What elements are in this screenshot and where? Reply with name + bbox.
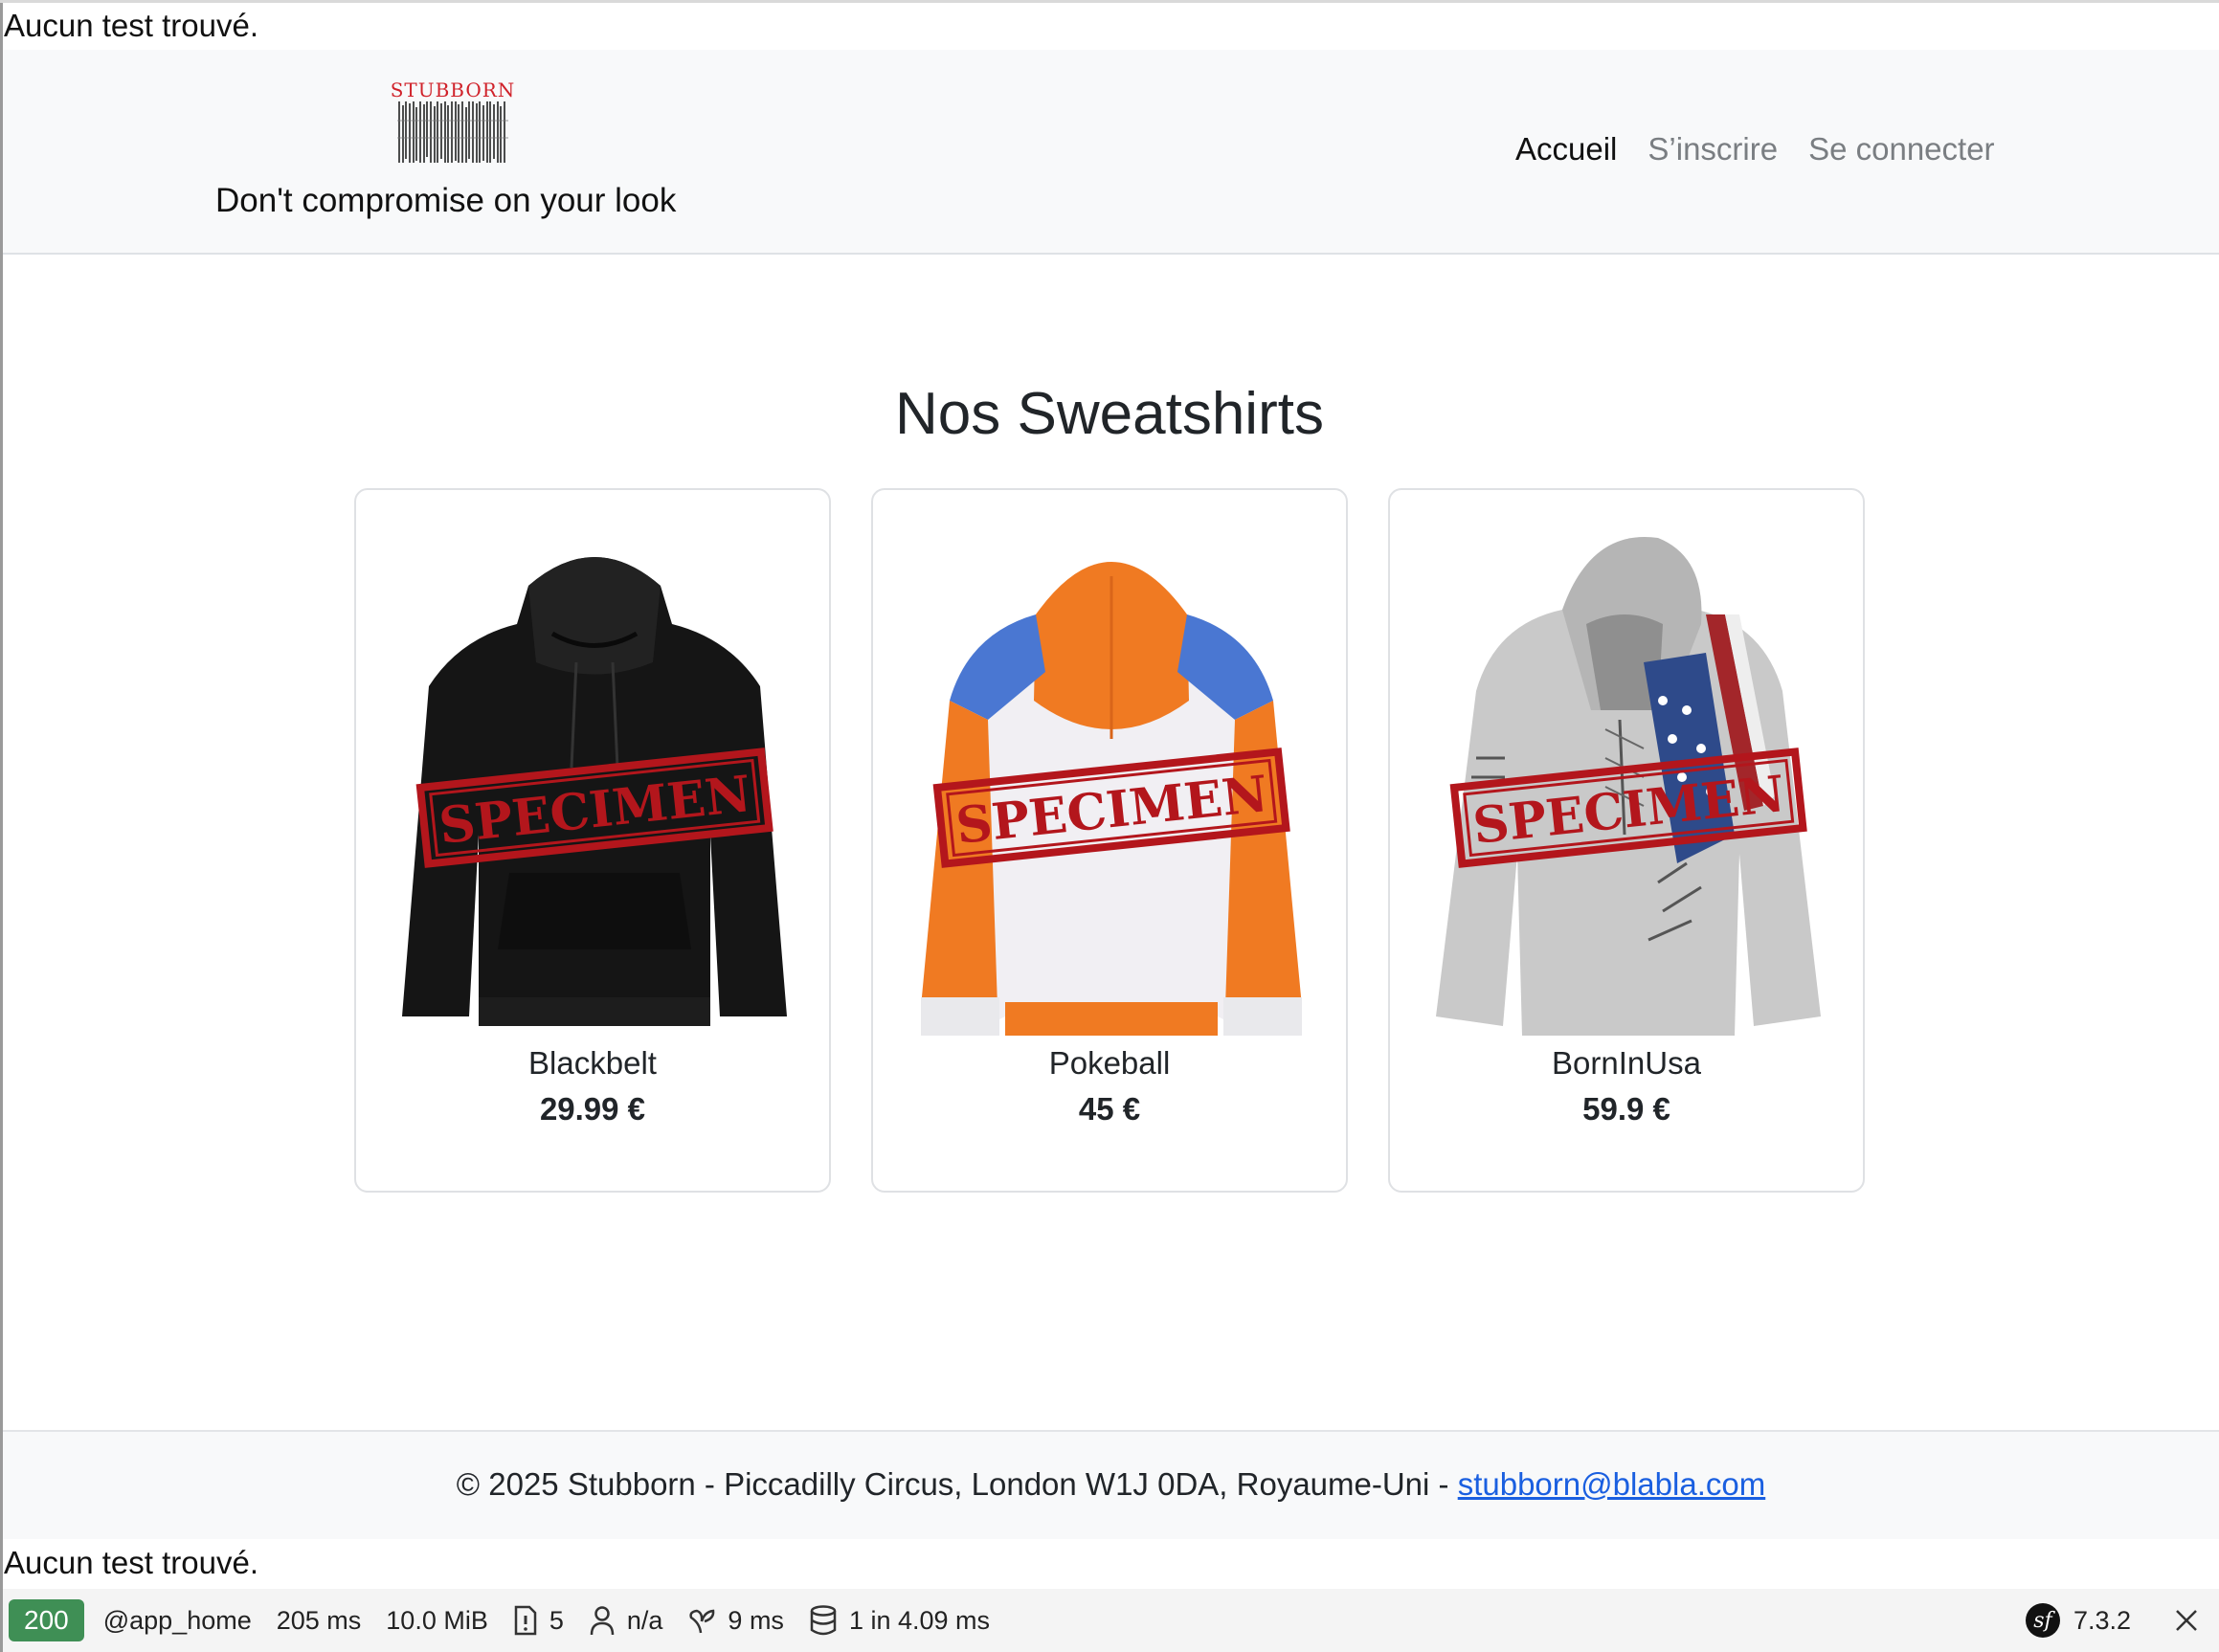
product-price: 59.9 € [1582,1091,1670,1127]
tagline: Don't compromise on your look [215,182,677,219]
stubborn-logo[interactable]: STUBBORN [386,78,520,174]
toolbar-right: sf 7.3.2 [2025,1589,2219,1652]
close-toolbar-button[interactable] [2173,1607,2200,1634]
status-badge[interactable]: 200 [9,1599,84,1641]
user-value: n/a [626,1605,663,1635]
brand[interactable]: STUBBORN Don't compromise on your look [146,78,759,241]
route-name[interactable]: @app_home [103,1606,252,1636]
product-image-grey-hoodie[interactable]: SPECIMEN [1419,519,1838,1036]
request-time[interactable]: 205 ms [277,1606,362,1636]
memory-usage[interactable]: 10.0 MiB [386,1606,488,1636]
footer-address: © 2025 Stubborn - Piccadilly Circus, Lon… [456,1466,1458,1502]
nav-sinscrire[interactable]: S’inscrire [1647,131,1778,167]
close-icon [2176,1610,2197,1631]
site-footer: © 2025 Stubborn - Piccadilly Circus, Lon… [3,1430,2219,1539]
site-header: STUBBORN Don't compromise on your look A… [3,50,2219,255]
database-icon [810,1605,837,1636]
logs-item[interactable]: 5 [513,1605,564,1636]
test-notice-bottom: Aucun test trouvé. [4,1545,258,1580]
debug-toolbar: 200 @app_home 205 ms 10.0 MiB 5 n/a 9 ms… [3,1589,2219,1652]
database-queries: 1 in 4.09 ms [848,1605,991,1635]
main-nav: Accueil S’inscrire Se connecter [1515,131,1995,167]
user-item[interactable]: n/a [589,1605,663,1636]
product-name[interactable]: Blackbelt [356,1045,829,1082]
product-card-pokeball[interactable]: SPECIMEN Pokeball 45 € [871,488,1348,1193]
logo-text: STUBBORN [390,78,516,101]
top-border [0,0,2219,3]
twig-time: 9 ms [728,1605,784,1635]
twig-leaf-icon [689,1609,715,1634]
page-title: Nos Sweatshirts [895,380,1324,447]
footer-email-link[interactable]: stubborn@blabla.com [1458,1466,1766,1502]
symfony-logo-icon[interactable]: sf [2025,1603,2060,1638]
product-card-borninusa[interactable]: SPECIMEN BornInUsa 59.9 € [1388,488,1865,1193]
product-price: 45 € [1078,1091,1141,1127]
nav-accueil[interactable]: Accueil [1515,131,1617,167]
product-name[interactable]: Pokeball [873,1045,1346,1082]
warning-doc-icon [514,1605,537,1636]
product-image-black-hoodie[interactable]: SPECIMEN [385,519,804,1036]
product-name[interactable]: BornInUsa [1390,1045,1863,1082]
symfony-version[interactable]: 7.3.2 [2073,1606,2131,1636]
barcode-logo-icon [397,101,508,163]
product-image-orange-hoodie[interactable]: SPECIMEN [902,519,1321,1036]
nav-se-connecter[interactable]: Se connecter [1808,131,1994,167]
product-card-blackbelt[interactable]: SPECIMEN Blackbelt 29.99 € [354,488,831,1193]
logs-count: 5 [549,1605,564,1635]
database-item[interactable]: 1 in 4.09 ms [809,1605,990,1636]
footer-text: © 2025 Stubborn - Piccadilly Circus, Lon… [3,1466,2219,1503]
user-icon [590,1606,615,1636]
product-price: 29.99 € [539,1091,646,1127]
test-notice-top: Aucun test trouvé. [4,8,258,43]
twig-item[interactable]: 9 ms [687,1606,784,1636]
